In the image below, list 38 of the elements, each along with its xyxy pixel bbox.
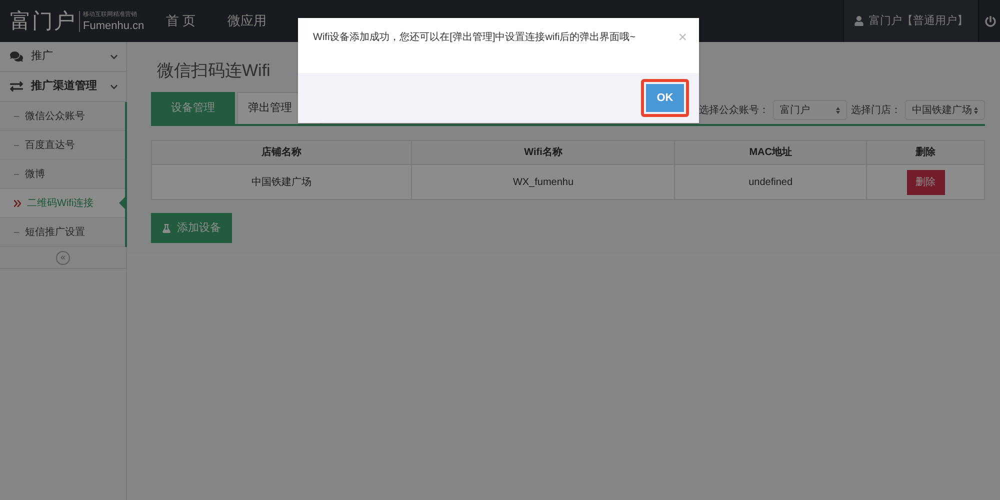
updown-icon <box>836 106 840 114</box>
sidebar-item[interactable]: 微信公众账号 <box>0 102 125 131</box>
column-header: Wifi名称 <box>412 140 675 164</box>
user-icon <box>854 16 864 26</box>
column-header: 店铺名称 <box>152 140 412 164</box>
add-device-button[interactable]: 添加设备 <box>151 213 232 243</box>
sidebar-item[interactable]: 二维码Wifi连接 <box>0 189 125 218</box>
arrows-icon <box>10 80 23 93</box>
page-title: 微信扫码连Wifi <box>157 60 272 82</box>
collapse-button[interactable]: « <box>56 250 70 264</box>
chevron-icon <box>110 82 118 90</box>
table-cell: 中国铁建广场 <box>152 164 412 200</box>
double-chevron-icon <box>14 200 21 206</box>
sidebar-item[interactable]: 百度直达号 <box>0 131 125 160</box>
table-cell: WX_fumenhu <box>412 164 675 200</box>
updown-icon <box>974 106 978 114</box>
select-field[interactable]: 富门户 <box>773 100 847 120</box>
power-icon <box>985 16 996 26</box>
select-field[interactable]: 中国铁建广场 <box>905 100 985 120</box>
nav-link[interactable]: 微应用 <box>212 11 283 31</box>
tab[interactable]: 设备管理 <box>151 92 235 124</box>
column-header: MAC地址 <box>674 140 866 164</box>
flask-icon <box>162 224 171 232</box>
delete-button[interactable]: 删除 <box>906 170 944 194</box>
filter-label: 选择门店： <box>851 104 901 118</box>
user-menu[interactable]: 富门户【普通用户】 <box>843 0 978 42</box>
chevron-icon <box>110 52 118 60</box>
filter-label: 选择公众账号： <box>699 104 769 118</box>
column-header: 删除 <box>866 140 984 164</box>
sidebar-item[interactable]: 短信推广设置 <box>0 218 125 247</box>
logo: 富门户 <box>10 10 76 32</box>
table-cell: undefined <box>674 164 866 200</box>
chat-icon <box>10 50 23 63</box>
ok-button[interactable]: OK <box>646 84 684 112</box>
dialog-message: Wifi设备添加成功，您还可以在[弹出管理]中设置连接wifi后的弹出界面哦~ <box>313 30 636 45</box>
domain: Fumenhu.cn <box>83 20 144 32</box>
dash-icon <box>14 144 19 146</box>
nav-link[interactable]: 首 页 <box>150 11 212 31</box>
